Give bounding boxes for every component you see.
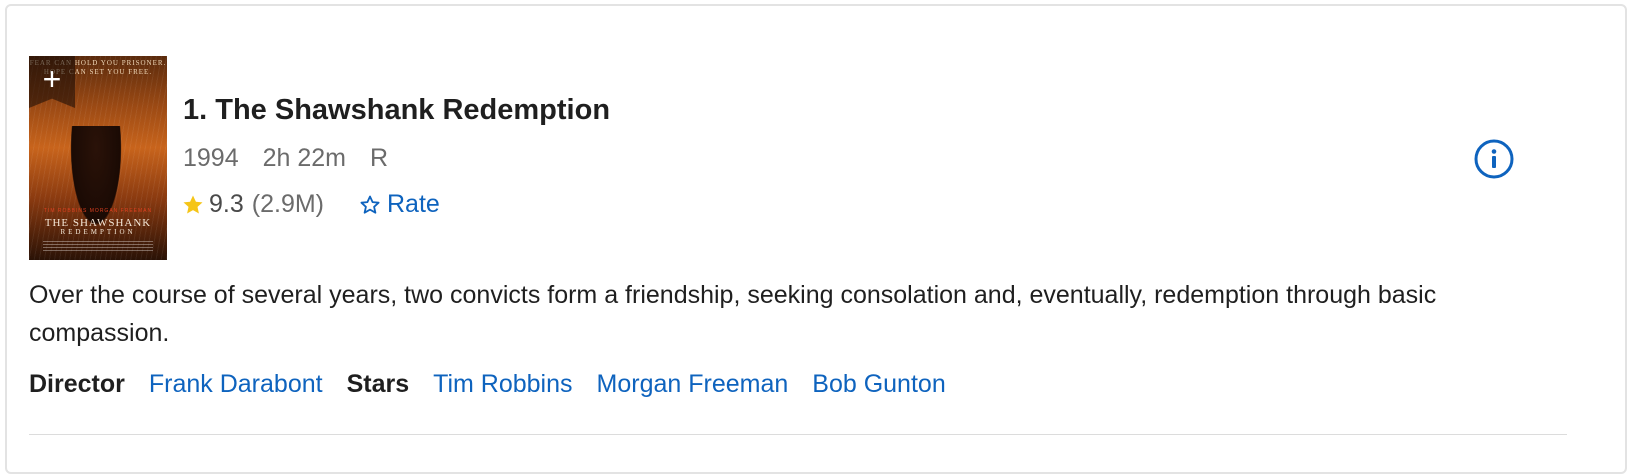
movie-metadata: 1994 2h 22m R (183, 144, 388, 173)
rate-button[interactable]: Rate (358, 190, 440, 219)
poster-credits-block (43, 241, 153, 251)
credits-row: Director Frank Darabont Stars Tim Robbin… (29, 370, 970, 399)
poster-subtitle: REDEMPTION (60, 228, 136, 236)
star-icon (183, 195, 203, 213)
director-label: Director (29, 370, 125, 398)
release-year: 1994 (183, 144, 239, 172)
plot-summary: Over the course of several years, two co… (29, 281, 1437, 347)
vote-count: (2.9M) (251, 190, 324, 218)
rating-row: 9.3 (2.9M) Rate (181, 190, 440, 219)
star-outline-icon (360, 195, 380, 214)
runtime: 2h 22m (262, 144, 347, 172)
imdb-rating: 9.3 (209, 190, 244, 218)
poster-actors: TIM ROBBINS MORGAN FREEMAN (43, 208, 153, 214)
divider (29, 434, 1567, 435)
star-link[interactable]: Tim Robbins (433, 370, 572, 399)
certificate: R (370, 144, 389, 172)
movie-poster[interactable]: FEAR CAN HOLD YOU PRISONER. HOPE CAN SET… (29, 56, 167, 260)
stars-label: Stars (346, 370, 410, 398)
info-icon[interactable] (1473, 138, 1515, 180)
star-link[interactable]: Morgan Freeman (597, 370, 789, 399)
rate-label: Rate (387, 190, 440, 218)
movie-card (5, 4, 1627, 474)
star-link[interactable]: Bob Gunton (812, 370, 945, 399)
poster-title: THE SHAWSHANK (44, 217, 152, 229)
director-link[interactable]: Frank Darabont (149, 370, 323, 399)
movie-title[interactable]: 1. The Shawshank Redemption (183, 94, 610, 127)
